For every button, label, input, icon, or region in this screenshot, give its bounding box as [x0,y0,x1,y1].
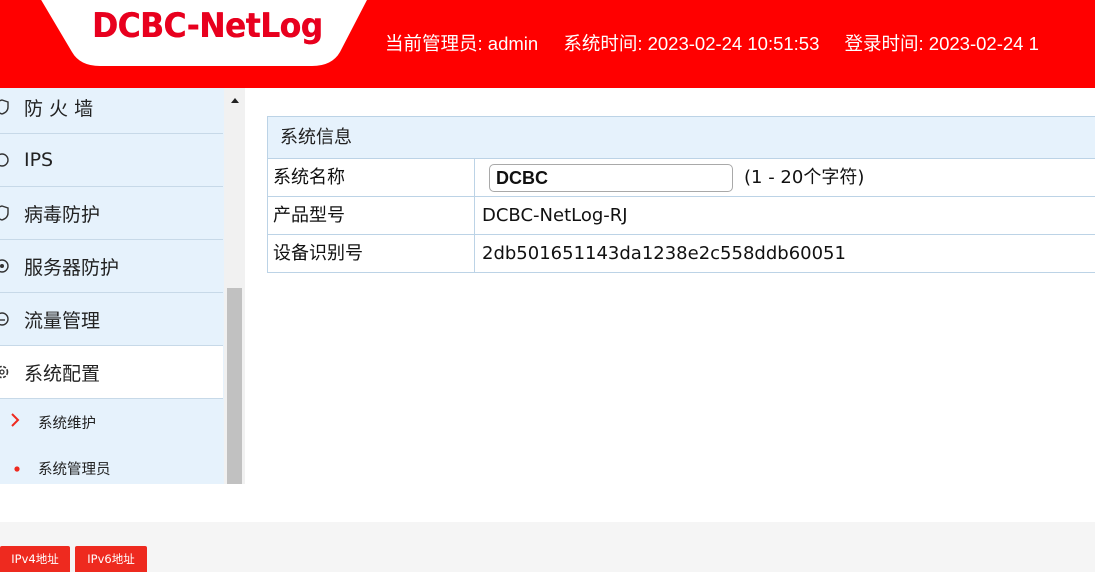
product-model-value: DCBC-NetLog-RJ [482,205,628,226]
sidebar-item-server-protection[interactable]: 服务器防护 [0,240,223,293]
system-name-input[interactable] [489,164,733,192]
circle-icon [0,152,10,168]
sidebar-scrollbar[interactable] [224,88,245,484]
sidebar-item-label: 流量管理 [24,309,101,332]
gauge-icon [0,311,10,327]
system-time: 系统时间: 2023-02-24 10:51:53 [563,33,820,54]
table-row: 产品型号 DCBC-NetLog-RJ [268,197,1095,235]
tab-ipv4[interactable]: IPv4地址 [0,546,70,572]
table-row: 系统名称 (1 - 20个字符) [268,159,1095,197]
scroll-thumb[interactable] [227,288,242,484]
sidebar-item-antivirus[interactable]: 病毒防护 [0,187,223,240]
bottom-tab-bar: IPv4地址 IPv6地址 [0,522,1095,572]
sidebar-subitem-label: 系统管理员 [38,461,111,478]
sidebar-item-ips[interactable]: IPS [0,134,223,187]
sidebar-item-label: 系统配置 [24,362,101,385]
sidebar-item-label: 服务器防护 [24,256,120,279]
length-hint: (1 - 20个字符) [744,167,865,188]
row-label: 设备识别号 [268,235,475,272]
sidebar-item-traffic[interactable]: 流量管理 [0,293,223,346]
sidebar-subitem-maintenance[interactable]: 系统维护 [0,400,223,444]
row-label: 产品型号 [268,197,475,234]
system-info-panel: 系统信息 系统名称 (1 - 20个字符) 产品型号 DCBC-NetLog-R… [267,116,1095,273]
sidebar-item-system-config[interactable]: 系统配置 [0,346,223,399]
row-label: 系统名称 [268,159,475,196]
divider-area [0,484,1095,522]
sidebar: 防 火 墙 IPS 病毒防护 服务器防护 流量管理 系统配置 系统维护 系统管理… [0,88,245,484]
sidebar-item-label: IPS [24,149,54,171]
sidebar-item-label: 防 火 墙 [24,97,94,120]
gear-icon [0,364,10,380]
chevron-right-icon [10,412,20,432]
shield-icon [0,205,10,221]
panel-title: 系统信息 [268,117,1095,159]
app-logo: DCBC-NetLog [92,6,323,46]
main-content: 系统信息 系统名称 (1 - 20个字符) 产品型号 DCBC-NetLog-R… [245,88,1095,484]
sidebar-subitem-label: 系统维护 [38,415,96,432]
scroll-up-arrow-icon[interactable] [224,96,245,110]
header-status: 当前管理员: admin 系统时间: 2023-02-24 10:51:53 登… [385,30,1059,56]
dot-icon [14,460,20,476]
tab-ipv6[interactable]: IPv6地址 [75,546,147,572]
target-icon [0,258,10,274]
shield-icon [0,99,10,115]
device-id-value: 2db501651143da1238e2c558ddb60051 [482,243,846,264]
sidebar-item-firewall[interactable]: 防 火 墙 [0,88,223,134]
sidebar-item-label: 病毒防护 [24,203,101,226]
table-row: 设备识别号 2db501651143da1238e2c558ddb60051 [268,235,1095,272]
sidebar-subitem-admins[interactable]: 系统管理员 [0,446,223,484]
login-time: 登录时间: 2023-02-24 1 [844,33,1039,54]
current-admin: 当前管理员: admin [385,33,539,54]
top-header: DCBC-NetLog 当前管理员: admin 系统时间: 2023-02-2… [0,0,1095,88]
